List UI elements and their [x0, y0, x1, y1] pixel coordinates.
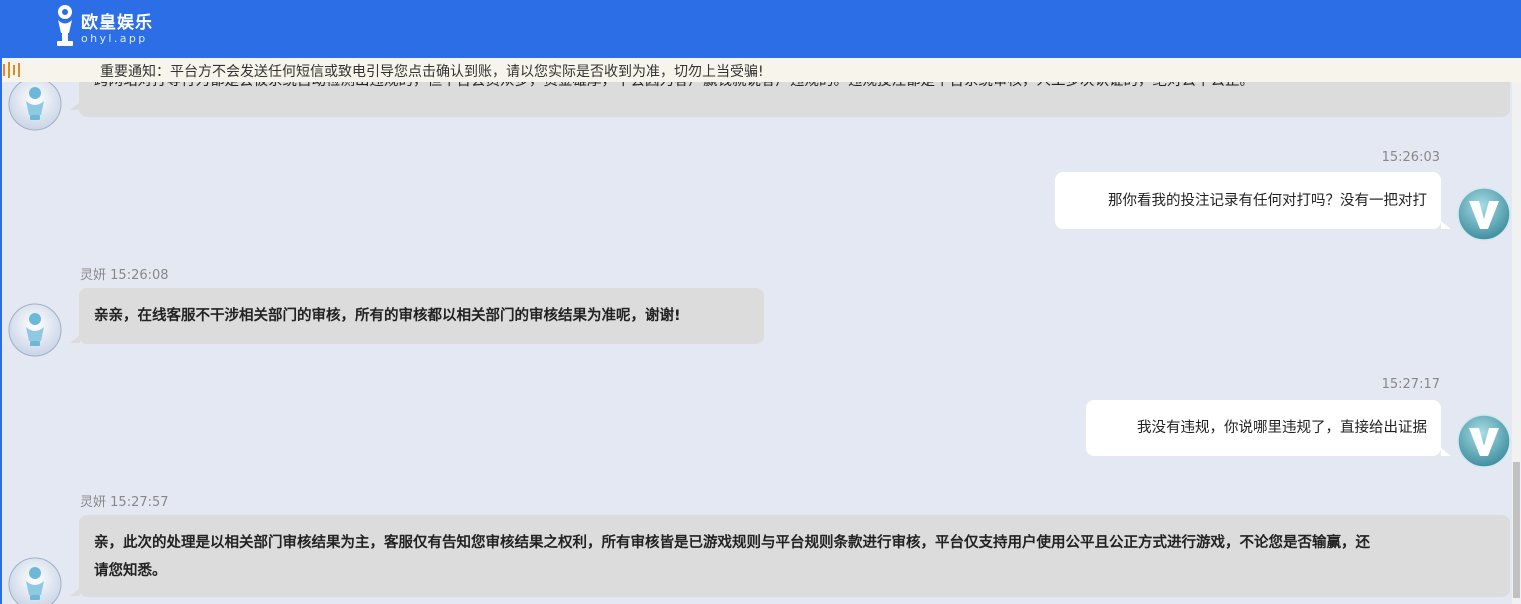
agent-message-bubble: 亲亲，在线客服不干涉相关部门的审核，所有的审核都以相关部门的审核结果为准呢，谢谢…: [79, 288, 764, 344]
chat-area[interactable]: 跨网站对打等行为都是会被系统自动检测出违规的，但平台会员众多，资金雄厚，不会因为…: [0, 82, 1512, 604]
message-meta: 灵妍 15:27:57: [80, 491, 169, 510]
brand-name: 欧皇娱乐: [81, 13, 153, 33]
message-time: 15:27:17: [1381, 377, 1440, 392]
user-avatar-icon: [1457, 414, 1511, 468]
user-avatar: [1457, 187, 1511, 241]
brand-domain: ohyl.app: [81, 32, 148, 45]
message-text-line-1: 亲，此次的处理是以相关部门审核结果为主，客服仅有告知您审核结果之权利，所有审核皆…: [94, 535, 1370, 551]
notice-text: 重要通知：平台方不会发送任何短信或致电引导您点击确认到账，请以您实际是否收到为准…: [100, 64, 764, 80]
notice-bar: 重要通知：平台方不会发送任何短信或致电引导您点击确认到账，请以您实际是否收到为准…: [0, 58, 1521, 82]
message-text-line-2: 请您知悉。: [94, 563, 167, 579]
message-time: 15:26:08: [110, 268, 169, 283]
agent-avatar: [8, 557, 62, 604]
message-meta: 灵妍 15:26:08: [80, 264, 169, 283]
agent-avatar-icon: [8, 557, 62, 604]
message-text: 跨网站对打等行为都是会被系统自动检测出违规的，但平台会员众多，资金雄厚，不会因为…: [94, 82, 1254, 94]
scrollbar-thumb[interactable]: [1513, 462, 1520, 598]
message-text: 那你看我的投注记录有任何对打吗？没有一把对打: [1108, 193, 1427, 209]
message-text: 亲亲，在线客服不干涉相关部门的审核，所有的审核都以相关部门的审核结果为准呢，谢谢…: [94, 308, 681, 324]
trophy-logo-icon: [57, 5, 73, 46]
agent-avatar: [8, 303, 62, 357]
window-edge: [0, 58, 2, 604]
user-message-bubble: 我没有违规，你说哪里违规了，直接给出证据: [1086, 400, 1441, 456]
app-header: 欧皇娱乐 ohyl.app: [0, 0, 1521, 58]
agent-message-bubble: 亲，此次的处理是以相关部门审核结果为主，客服仅有告知您审核结果之权利，所有审核皆…: [79, 515, 1510, 597]
brand-logo[interactable]: 欧皇娱乐 ohyl.app: [52, 3, 172, 49]
chat-scrollbar[interactable]: [1512, 82, 1521, 604]
agent-message-bubble: 跨网站对打等行为都是会被系统自动检测出违规的，但平台会员众多，资金雄厚，不会因为…: [79, 82, 1510, 117]
agent-avatar-icon: [8, 303, 62, 357]
message-time: 15:26:03: [1381, 150, 1440, 165]
agent-name: 灵妍: [80, 268, 107, 283]
agent-name: 灵妍: [80, 495, 107, 510]
user-message-bubble: 那你看我的投注记录有任何对打吗？没有一把对打: [1055, 172, 1441, 229]
message-text: 我没有违规，你说哪里违规了，直接给出证据: [1137, 420, 1427, 436]
user-avatar-icon: [1457, 187, 1511, 241]
agent-avatar-icon: [8, 82, 62, 131]
user-avatar: [1457, 414, 1511, 468]
bubble-tail: [1441, 221, 1451, 229]
message-time: 15:27:57: [110, 495, 169, 510]
broadcast-icon: [3, 62, 20, 78]
bubble-tail: [1441, 448, 1451, 456]
agent-avatar: [8, 82, 62, 131]
